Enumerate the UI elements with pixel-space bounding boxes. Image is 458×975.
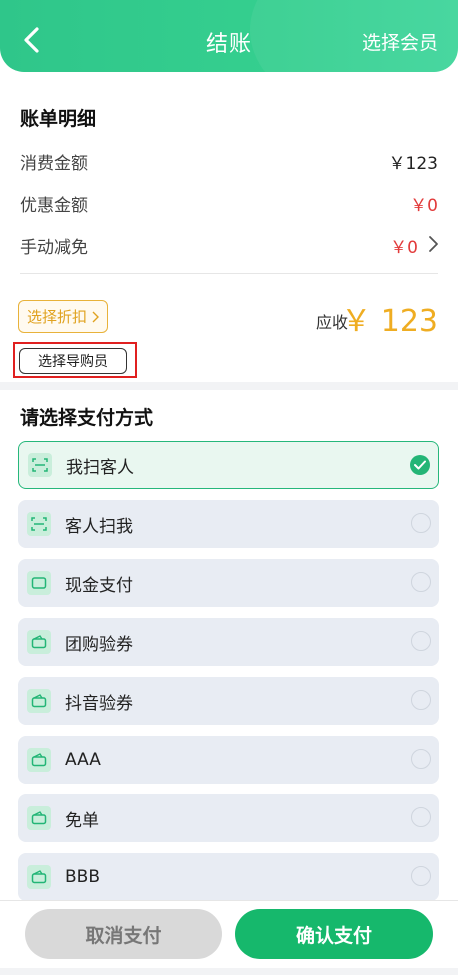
confirm-payment-button[interactable]: 确认支付: [235, 909, 433, 959]
payment-method-label: AAA: [65, 750, 101, 770]
wallet-icon: [27, 630, 51, 654]
bill-section-title: 账单明细: [20, 108, 97, 130]
divider: [20, 273, 438, 274]
select-discount-button[interactable]: 选择折扣: [18, 300, 108, 333]
radio-unselected-icon[interactable]: [411, 807, 431, 827]
payment-method-label: 客人扫我: [65, 516, 133, 537]
radio-unselected-icon[interactable]: [411, 631, 431, 651]
radio-unselected-icon[interactable]: [411, 513, 431, 533]
payment-method-label: 抖音验券: [65, 693, 133, 714]
wallet-icon: [27, 689, 51, 713]
bottom-strip: [0, 968, 458, 975]
radio-unselected-icon[interactable]: [411, 690, 431, 710]
select-guide-button[interactable]: 选择导购员: [19, 348, 127, 374]
payment-method-scan-customer[interactable]: 我扫客人: [18, 441, 439, 489]
cash-icon: [27, 571, 51, 595]
payment-method-label: 免单: [65, 810, 99, 831]
chevron-right-icon: [92, 311, 99, 322]
payment-method-label: 我扫客人: [66, 457, 134, 478]
discount-amount-label: 优惠金额: [20, 196, 88, 216]
manual-reduction-label[interactable]: 手动减免: [20, 233, 88, 258]
payment-method-group-coupon[interactable]: 团购验券: [18, 618, 439, 666]
payment-method-label: BBB: [65, 867, 100, 887]
select-discount-label: 选择折扣: [26, 308, 87, 326]
footer-bar: 取消支付 确认支付: [0, 900, 458, 975]
radio-unselected-icon[interactable]: [411, 572, 431, 592]
scan-icon: [28, 453, 52, 477]
consumption-amount-label: 消费金额: [20, 154, 88, 174]
chevron-right-icon[interactable]: [426, 235, 440, 253]
select-member-button[interactable]: 选择会员: [362, 28, 438, 55]
payment-method-aaa[interactable]: AAA: [18, 736, 439, 784]
receivable-amount: ￥ 123: [341, 304, 438, 339]
radio-unselected-icon[interactable]: [411, 749, 431, 769]
payment-method-bbb[interactable]: BBB: [18, 853, 439, 901]
bill-details: 账单明细 消费金额 ￥123 优惠金额 ￥0 手动减免 ￥0 选择折扣 应收 ￥…: [0, 72, 458, 382]
wallet-icon: [27, 865, 51, 889]
payment-section-title: 请选择支付方式: [20, 407, 154, 429]
payment-method-free[interactable]: 免单: [18, 794, 439, 842]
payment-method-cash[interactable]: 现金支付: [18, 559, 439, 607]
payment-method-label: 团购验券: [65, 634, 133, 655]
radio-unselected-icon[interactable]: [411, 866, 431, 886]
manual-reduction-value[interactable]: ￥0: [390, 233, 418, 258]
wallet-icon: [27, 748, 51, 772]
payment-method-douyin-coupon[interactable]: 抖音验券: [18, 677, 439, 725]
section-separator: [0, 382, 458, 390]
top-bar: 结账 选择会员: [0, 0, 458, 72]
consumption-amount-value: ￥123: [388, 154, 438, 174]
payment-method-customer-scan[interactable]: 客人扫我: [18, 500, 439, 548]
discount-amount-value: ￥0: [410, 196, 438, 216]
scan-icon: [27, 512, 51, 536]
wallet-icon: [27, 806, 51, 830]
payment-method-label: 现金支付: [65, 575, 133, 596]
cancel-payment-button[interactable]: 取消支付: [25, 909, 222, 959]
check-icon[interactable]: [410, 455, 430, 475]
